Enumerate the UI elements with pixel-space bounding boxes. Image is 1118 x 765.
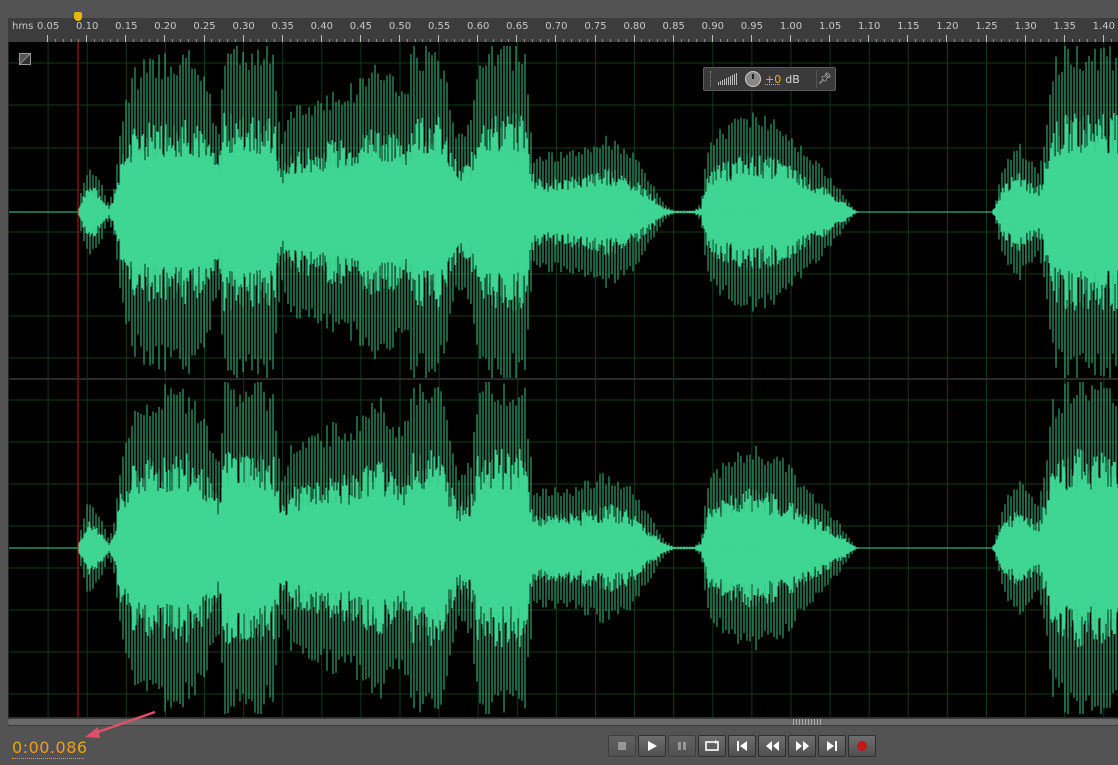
ruler-tick-label: 0.65 <box>506 21 529 32</box>
stop-icon <box>618 742 626 750</box>
ruler-major-tick <box>438 35 440 42</box>
transport-bar: 0:00.086 <box>0 726 1118 765</box>
ruler-tick-label: 0.95 <box>740 21 764 32</box>
ruler-major-tick <box>320 35 322 42</box>
gain-knob[interactable] <box>745 71 761 87</box>
ruler-major-tick <box>477 35 479 42</box>
hud-grip-icon[interactable] <box>710 71 714 87</box>
rewind-button[interactable] <box>758 735 786 757</box>
go-to-start-button[interactable] <box>728 735 756 757</box>
scrollbar-grip-icon[interactable] <box>793 719 821 725</box>
title-strip <box>0 0 1118 18</box>
ruler-tick-label: 1.25 <box>975 21 998 32</box>
stop-button[interactable] <box>608 735 636 757</box>
transport-controls <box>608 735 878 757</box>
fast-forward-button[interactable] <box>788 735 816 757</box>
pause-button[interactable] <box>668 735 696 757</box>
ruler-tick-label: 1.15 <box>897 21 920 32</box>
ruler-tick-label: 0.70 <box>545 21 568 32</box>
ruler-tick-label: 0.35 <box>271 21 294 32</box>
ruler-tick-label: 0.85 <box>662 21 685 32</box>
waveform-channel-left[interactable] <box>9 46 1118 378</box>
ruler-tick-label: 1.00 <box>779 21 803 32</box>
ruler-major-tick <box>985 35 987 42</box>
ruler-tick-label: 1.20 <box>936 21 959 32</box>
waveform-channel-right[interactable] <box>9 382 1118 714</box>
rewind-icon <box>766 741 779 751</box>
ruler-major-tick <box>86 35 88 42</box>
waveform-display[interactable] <box>8 42 1118 717</box>
ruler-tick-label: 0.45 <box>349 21 373 32</box>
level-bars-icon <box>718 73 737 85</box>
ruler-tick-label: 1.35 <box>1053 21 1076 32</box>
pause-icon <box>678 742 686 750</box>
ruler-major-tick <box>203 35 205 42</box>
fast-forward-icon <box>796 741 809 751</box>
ruler-major-tick <box>946 35 948 42</box>
ruler-tick-label: 0.05 <box>36 21 60 32</box>
time-display-underline <box>12 758 84 759</box>
hud-separator <box>816 70 817 88</box>
ruler-tick-label: 0.90 <box>701 21 724 32</box>
time-ruler[interactable]: hms 0.05 0.10 0.15 0.20 0.25 0.30 0.35 0.40 0.45… <box>8 18 1118 43</box>
ruler-major-tick <box>594 35 596 42</box>
loop-icon <box>705 740 719 751</box>
skip-end-icon <box>827 741 837 751</box>
ruler-tick-label: 0.40 <box>310 21 333 32</box>
ruler-tick-label: 1.40 <box>1092 21 1115 32</box>
ruler-major-tick <box>1024 35 1026 42</box>
channel-divider <box>9 378 1118 380</box>
ruler-major-tick <box>125 35 127 42</box>
gain-value[interactable]: +0 <box>765 73 781 86</box>
ruler-tick-label: 0.10 <box>76 21 99 32</box>
record-icon <box>857 741 867 751</box>
ruler-major-tick <box>47 35 49 42</box>
ruler-tick-label: 0.15 <box>115 21 138 32</box>
ruler-major-tick <box>555 35 557 42</box>
ruler-major-tick <box>672 35 674 42</box>
ruler-major-tick <box>907 35 909 42</box>
ruler-tick-label: 1.05 <box>818 21 842 32</box>
ruler-tick-label: 0.20 <box>154 21 177 32</box>
play-icon <box>648 741 657 751</box>
scrollbar-thumb[interactable] <box>8 719 1118 725</box>
gain-unit: dB <box>785 72 800 86</box>
ruler-tick-label: 0.50 <box>388 21 412 32</box>
ruler-tick-label: 0.25 <box>193 21 216 32</box>
ruler-major-tick <box>281 35 283 42</box>
ruler-tick-label: 0.30 <box>232 21 255 32</box>
ruler-tick-label: 0.75 <box>584 21 607 32</box>
pin-icon[interactable]: 📌︎ <box>818 72 832 85</box>
record-button[interactable] <box>848 735 876 757</box>
ruler-tick-label: 0.55 <box>427 21 451 32</box>
play-button[interactable] <box>638 735 666 757</box>
ruler-major-tick <box>633 35 635 42</box>
go-to-end-button[interactable] <box>818 735 846 757</box>
ruler-tick-label: 1.30 <box>1014 21 1037 32</box>
ruler-major-tick <box>790 35 791 42</box>
ruler-tick-label: 0.80 <box>623 21 646 32</box>
ruler-major-tick <box>164 35 166 42</box>
ruler-tick-label: 1.10 <box>858 21 881 32</box>
display-toggle-icon[interactable] <box>19 53 31 65</box>
ruler-unit-label: hms <box>12 21 34 32</box>
ruler-major-tick <box>711 35 713 42</box>
skip-start-icon <box>737 741 747 751</box>
current-time-display[interactable]: 0:00.086 <box>12 738 88 757</box>
ruler-major-tick <box>1063 35 1065 42</box>
ruler-major-tick <box>750 35 752 42</box>
ruler-major-tick <box>359 35 361 42</box>
ruler-major-tick <box>242 35 244 42</box>
ruler-major-tick <box>829 35 831 42</box>
ruler-major-tick <box>516 35 518 42</box>
ruler-major-tick <box>399 35 400 42</box>
amplitude-hud[interactable]: +0 dB 📌︎ <box>703 67 836 91</box>
ruler-tick-label: 0.60 <box>467 21 490 32</box>
ruler-major-tick <box>868 35 870 42</box>
ruler-major-tick <box>1102 35 1104 42</box>
loop-button[interactable] <box>698 735 726 757</box>
playhead-handle[interactable] <box>74 12 82 21</box>
